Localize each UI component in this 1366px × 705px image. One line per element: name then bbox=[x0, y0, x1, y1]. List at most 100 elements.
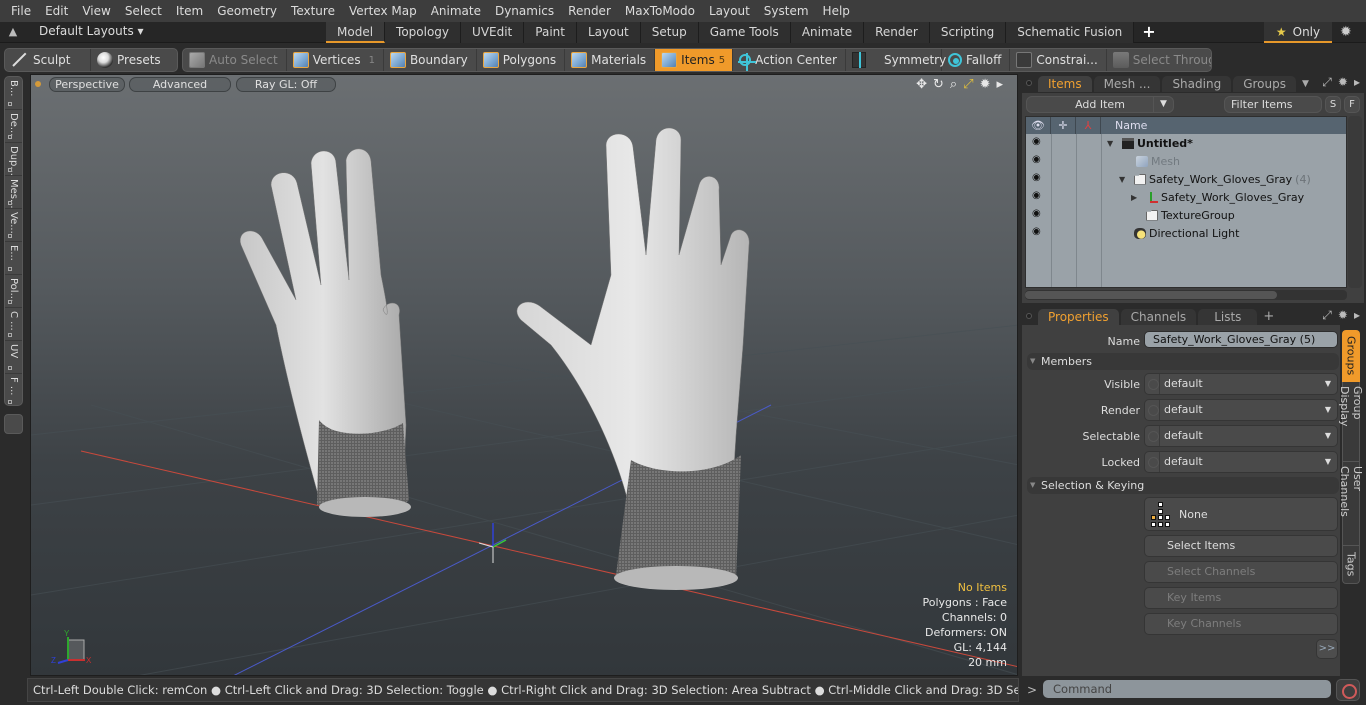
tab-setup[interactable]: Setup bbox=[640, 22, 699, 43]
boundary-button[interactable]: Boundary bbox=[384, 49, 477, 71]
chevron-down-icon[interactable]: ▼ bbox=[1153, 97, 1173, 112]
polygons-button[interactable]: Polygons bbox=[477, 49, 566, 71]
menu-animate[interactable]: Animate bbox=[424, 0, 488, 22]
filter-items-input[interactable]: Filter Items bbox=[1224, 96, 1322, 113]
menu-system[interactable]: System bbox=[757, 0, 816, 22]
more-arrow-icon[interactable]: ▸ bbox=[1354, 308, 1360, 323]
expand-panel-icon[interactable]: ⤢ bbox=[1322, 75, 1332, 90]
name-column-header[interactable]: Name bbox=[1101, 117, 1147, 134]
only-button[interactable]: ★ Only bbox=[1264, 22, 1332, 43]
tab-lists[interactable]: Lists bbox=[1198, 309, 1258, 325]
menu-edit[interactable]: Edit bbox=[38, 0, 75, 22]
left-tab-edge[interactable]: E... bbox=[5, 242, 22, 275]
radio-icon[interactable] bbox=[1145, 374, 1160, 394]
tab-shading[interactable]: Shading bbox=[1162, 76, 1232, 92]
menu-item[interactable]: Item bbox=[169, 0, 210, 22]
tab-channels[interactable]: Channels bbox=[1120, 309, 1197, 325]
left-tab-vertex[interactable]: Ve... bbox=[5, 209, 22, 242]
select-items-button[interactable]: Select Items bbox=[1144, 535, 1338, 557]
tree-row[interactable]: ◉ Directional Light bbox=[1026, 224, 1346, 242]
left-tab-mesh-edit[interactable]: Mes... bbox=[5, 176, 22, 209]
pan-icon[interactable]: ✥ bbox=[916, 77, 927, 92]
gear-icon[interactable]: ✹ bbox=[1340, 24, 1352, 40]
rotate-icon[interactable]: ↻ bbox=[933, 77, 944, 92]
radio-icon[interactable] bbox=[1145, 426, 1160, 446]
side-tab-user-channels[interactable]: User Channels bbox=[1338, 462, 1364, 546]
tree-row[interactable]: ◉ ▶ Safety_Work_Gloves_Gray bbox=[1026, 188, 1346, 206]
record-macro-icon[interactable] bbox=[1336, 679, 1360, 701]
members-section[interactable]: Members bbox=[1027, 353, 1339, 370]
side-tab-group-display[interactable]: Group Display bbox=[1338, 382, 1364, 462]
menu-select[interactable]: Select bbox=[118, 0, 169, 22]
s-filter-button[interactable]: S bbox=[1325, 96, 1341, 113]
default-layouts-dropdown[interactable]: Default Layouts ▾ bbox=[39, 24, 144, 38]
eye-icon[interactable]: ◉ bbox=[1032, 209, 1044, 219]
menu-dynamics[interactable]: Dynamics bbox=[488, 0, 561, 22]
f-filter-button[interactable]: F bbox=[1344, 96, 1360, 113]
3d-viewport[interactable]: Y X Z Perspective Advanced Ray GL: Off ✥… bbox=[30, 74, 1018, 676]
shading-mode-button[interactable]: Advanced bbox=[129, 77, 231, 92]
scroll-thumb[interactable] bbox=[1025, 291, 1277, 299]
add-item-button[interactable]: Add Item ▼ bbox=[1026, 96, 1174, 113]
tab-paint[interactable]: Paint bbox=[524, 22, 577, 43]
collapse-arrow-icon[interactable]: ▲ bbox=[6, 25, 20, 39]
selection-keying-section[interactable]: Selection & Keying bbox=[1027, 477, 1339, 494]
tree-row[interactable]: ◉ ▼ Untitled* bbox=[1026, 134, 1346, 152]
tabs-dropdown-icon[interactable]: ▼ bbox=[1302, 79, 1309, 89]
menu-vertex-map[interactable]: Vertex Map bbox=[342, 0, 424, 22]
none-hierarchy-button[interactable]: None bbox=[1144, 497, 1338, 531]
menu-file[interactable]: File bbox=[4, 0, 38, 22]
gear-icon[interactable]: ✹ bbox=[1338, 75, 1348, 90]
key-channels-button[interactable]: Key Channels bbox=[1144, 613, 1338, 635]
auto-select-button[interactable]: Auto Select bbox=[183, 49, 287, 71]
action-center-button[interactable]: Action Center bbox=[733, 49, 846, 71]
panel-menu-dot[interactable] bbox=[1026, 313, 1032, 319]
left-tab-uv[interactable]: UV bbox=[5, 341, 22, 374]
raygl-button[interactable]: Ray GL: Off bbox=[236, 77, 336, 92]
tab-groups[interactable]: Groups bbox=[1233, 76, 1296, 92]
left-tab-deform[interactable]: De... bbox=[5, 110, 22, 143]
selectable-dropdown[interactable]: default ▼ bbox=[1144, 425, 1338, 447]
tab-items[interactable]: Items bbox=[1038, 76, 1092, 92]
falloff-button[interactable]: Falloff bbox=[942, 49, 1011, 71]
tab-layout[interactable]: Layout bbox=[576, 22, 641, 43]
lock-column-icon[interactable]: ✛ bbox=[1051, 117, 1076, 134]
tab-render[interactable]: Render bbox=[864, 22, 930, 43]
materials-button[interactable]: Materials bbox=[565, 49, 656, 71]
locked-dropdown[interactable]: default ▼ bbox=[1144, 451, 1338, 473]
tab-mesh[interactable]: Mesh ... bbox=[1093, 76, 1161, 92]
eye-icon[interactable]: ◉ bbox=[1032, 155, 1044, 165]
menu-geometry[interactable]: Geometry bbox=[210, 0, 284, 22]
tree-horizontal-scrollbar[interactable] bbox=[1025, 290, 1347, 300]
menu-layout[interactable]: Layout bbox=[702, 0, 757, 22]
tab-properties[interactable]: Properties bbox=[1038, 309, 1119, 325]
maximize-icon[interactable]: ⤢ bbox=[963, 77, 973, 92]
tab-game-tools[interactable]: Game Tools bbox=[698, 22, 791, 43]
name-field[interactable]: Safety_Work_Gloves_Gray (5) bbox=[1144, 331, 1338, 348]
menu-render[interactable]: Render bbox=[561, 0, 618, 22]
type-column-icon[interactable]: ⅄ bbox=[1076, 117, 1101, 134]
sculpt-button[interactable]: Sculpt bbox=[5, 49, 91, 71]
viewport-menu-dot[interactable] bbox=[35, 81, 41, 87]
eye-icon[interactable]: ◉ bbox=[1032, 227, 1044, 237]
tab-animate[interactable]: Animate bbox=[790, 22, 865, 43]
more-button[interactable]: >> bbox=[1316, 639, 1338, 659]
menu-maxtomodo[interactable]: MaxToModo bbox=[618, 0, 702, 22]
expand-arrow-icon[interactable]: ▶ bbox=[1131, 193, 1137, 202]
side-tab-groups[interactable]: Groups bbox=[1342, 330, 1360, 382]
tree-row[interactable]: ◉ TextureGroup bbox=[1026, 206, 1346, 224]
panel-menu-dot[interactable] bbox=[1026, 80, 1032, 86]
command-input[interactable]: Command bbox=[1042, 679, 1332, 699]
tab-scripting[interactable]: Scripting bbox=[929, 22, 1007, 43]
tab-uvedit[interactable]: UVEdit bbox=[461, 22, 525, 43]
menu-texture[interactable]: Texture bbox=[284, 0, 342, 22]
radio-icon[interactable] bbox=[1145, 452, 1160, 472]
tree-row[interactable]: ◉ Mesh bbox=[1026, 152, 1346, 170]
eye-icon[interactable]: ◉ bbox=[1032, 173, 1044, 183]
eye-icon[interactable]: ◉ bbox=[1032, 137, 1044, 147]
tab-schematic-fusion[interactable]: Schematic Fusion bbox=[1006, 22, 1135, 43]
tree-row[interactable]: ◉ ▼ Safety_Work_Gloves_Gray (4) bbox=[1026, 170, 1346, 188]
left-extra-tab[interactable] bbox=[4, 414, 23, 434]
items-button[interactable]: Items 5 bbox=[655, 49, 734, 71]
add-tab-button[interactable]: + bbox=[1263, 309, 1274, 324]
